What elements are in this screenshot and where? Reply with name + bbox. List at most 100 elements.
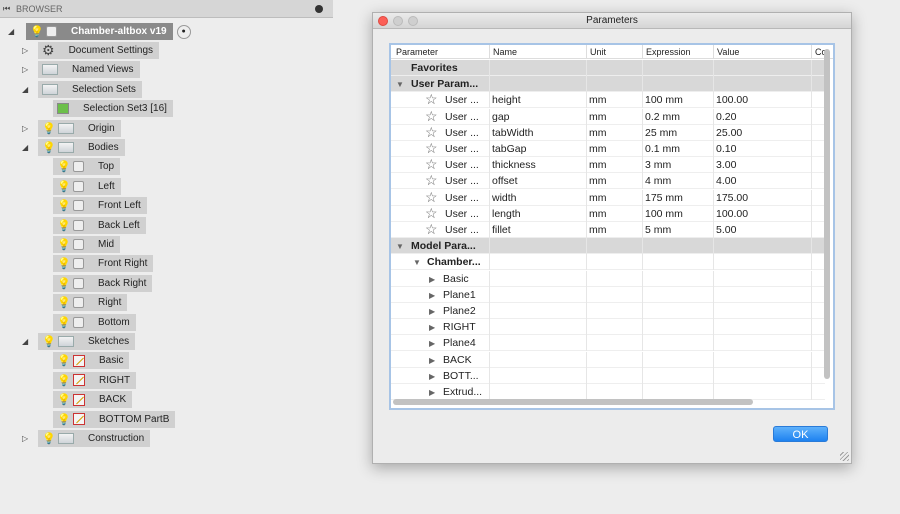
tree-item[interactable]: ◢ Selection Sets: [0, 80, 142, 98]
name-cell[interactable]: thickness: [492, 159, 536, 171]
expression-cell[interactable]: 0.1 mm: [645, 143, 680, 155]
star-icon[interactable]: ☆: [425, 205, 438, 222]
tree-item[interactable]: 💡 BOTTOM PartB: [0, 410, 176, 428]
horizontal-scrollbar[interactable]: [393, 399, 753, 405]
vertical-scrollbar[interactable]: [824, 49, 830, 379]
collapsed-arrow-icon[interactable]: ▶: [429, 307, 435, 316]
close-button[interactable]: [378, 16, 388, 26]
name-cell[interactable]: length: [492, 208, 521, 220]
table-row[interactable]: ☆ User ... width mm 175 mm 175.00: [391, 189, 825, 206]
user-parameters-group[interactable]: ▼ User Param...: [391, 76, 825, 93]
collapsed-arrow-icon[interactable]: ▶: [429, 372, 435, 381]
name-cell[interactable]: offset: [492, 175, 518, 187]
lightbulb-icon[interactable]: 💡: [57, 180, 71, 193]
lightbulb-icon[interactable]: 💡: [42, 432, 56, 445]
expression-cell[interactable]: 100 mm: [645, 94, 683, 106]
tree-item[interactable]: ◢ 💡 Sketches: [0, 333, 136, 350]
star-icon[interactable]: ☆: [425, 91, 438, 108]
table-row[interactable]: ☆ User ... height mm 100 mm 100.00: [391, 91, 825, 109]
lightbulb-icon[interactable]: 💡: [57, 277, 71, 290]
collapsed-arrow-icon[interactable]: ▶: [429, 356, 435, 365]
collapsed-arrow-icon[interactable]: ▶: [429, 388, 435, 397]
feature-row[interactable]: ▶ Plane4: [391, 335, 825, 352]
expression-cell[interactable]: 4 mm: [645, 175, 671, 187]
collapsed-arrow-icon[interactable]: ▷: [22, 434, 32, 443]
minimize-button[interactable]: [393, 16, 403, 26]
expanded-arrow-icon[interactable]: ▼: [413, 258, 421, 267]
star-icon[interactable]: ☆: [425, 108, 438, 125]
tree-item[interactable]: 💡 Back Left: [0, 216, 146, 234]
tree-item[interactable]: ▷ ⚙ Document Settings: [0, 42, 160, 59]
star-icon[interactable]: ☆: [425, 156, 438, 173]
expression-cell[interactable]: 5 mm: [645, 224, 671, 236]
collapse-panel-icon[interactable]: ⏮: [3, 4, 10, 14]
feature-row[interactable]: ▶ Plane2: [391, 303, 825, 319]
tree-item[interactable]: 💡 Mid: [0, 236, 121, 253]
lightbulb-icon[interactable]: 💡: [57, 257, 71, 270]
tree-item[interactable]: 💡 RIGHT: [0, 371, 137, 389]
table-row[interactable]: ☆ User ... gap mm 0.2 mm 0.20: [391, 108, 825, 125]
lightbulb-icon[interactable]: 💡: [57, 238, 71, 251]
expand-icon[interactable]: ◢: [8, 27, 18, 36]
table-row[interactable]: ☆ User ... fillet mm 5 mm 5.00: [391, 221, 825, 238]
feature-row[interactable]: ▶ BACK: [391, 351, 825, 368]
collapsed-arrow-icon[interactable]: ▷: [22, 46, 32, 55]
tree-item[interactable]: 💡 Back Right: [0, 274, 153, 292]
name-cell[interactable]: tabWidth: [492, 127, 533, 139]
feature-row[interactable]: ▶ Basic: [391, 270, 825, 287]
star-icon[interactable]: ☆: [425, 172, 438, 189]
tree-item[interactable]: 💡 Front Left: [0, 197, 147, 215]
resize-grip[interactable]: [840, 452, 849, 461]
expression-cell[interactable]: 3 mm: [645, 159, 671, 171]
tree-item[interactable]: 💡 BACK: [0, 391, 133, 409]
tree-item[interactable]: 💡 Right: [0, 294, 128, 312]
table-row[interactable]: ☆ User ... thickness mm 3 mm 3.00: [391, 156, 825, 174]
lightbulb-icon[interactable]: 💡: [57, 393, 71, 406]
collapsed-arrow-icon[interactable]: ▷: [22, 124, 32, 133]
column-header[interactable]: Expression: [646, 47, 691, 57]
table-row[interactable]: ☆ User ... offset mm 4 mm 4.00: [391, 172, 825, 190]
tree-item[interactable]: 💡 Bottom: [0, 313, 136, 331]
expression-cell[interactable]: 0.2 mm: [645, 111, 680, 123]
ok-button[interactable]: OK: [773, 426, 828, 442]
name-cell[interactable]: tabGap: [492, 143, 526, 155]
star-icon[interactable]: ☆: [425, 221, 438, 238]
lightbulb-icon[interactable]: 💡: [57, 413, 71, 426]
expression-cell[interactable]: 175 mm: [645, 192, 683, 204]
feature-row[interactable]: ▶ RIGHT: [391, 319, 825, 336]
tree-item[interactable]: 💡 Top: [0, 158, 121, 176]
collapsed-arrow-icon[interactable]: ▶: [429, 339, 435, 348]
expanded-arrow-icon[interactable]: ◢: [22, 337, 32, 346]
collapsed-arrow-icon[interactable]: ▷: [22, 65, 32, 74]
lightbulb-icon[interactable]: 💡: [30, 25, 44, 38]
feature-row[interactable]: ▶ Plane1: [391, 286, 825, 303]
lightbulb-icon[interactable]: 💡: [57, 199, 71, 212]
expanded-arrow-icon[interactable]: ◢: [22, 85, 32, 94]
tree-item[interactable]: 💡 Left: [0, 177, 121, 195]
name-cell[interactable]: width: [492, 192, 517, 204]
collapsed-arrow-icon[interactable]: ▶: [429, 323, 435, 332]
lightbulb-icon[interactable]: 💡: [57, 374, 71, 387]
star-icon[interactable]: ☆: [425, 124, 438, 141]
column-header[interactable]: Value: [717, 47, 739, 57]
lightbulb-icon[interactable]: 💡: [42, 141, 56, 154]
name-cell[interactable]: gap: [492, 111, 510, 123]
lightbulb-icon[interactable]: 💡: [57, 160, 71, 173]
expanded-arrow-icon[interactable]: ▼: [396, 242, 404, 251]
lightbulb-icon[interactable]: 💡: [57, 296, 71, 309]
collapsed-arrow-icon[interactable]: ▶: [429, 275, 435, 284]
activate-radio-icon[interactable]: ●: [176, 24, 191, 39]
table-row[interactable]: ☆ User ... tabWidth mm 25 mm 25.00: [391, 124, 825, 141]
favorites-group[interactable]: Favorites: [391, 60, 825, 76]
star-icon[interactable]: ☆: [425, 189, 438, 206]
expression-cell[interactable]: 100 mm: [645, 208, 683, 220]
collapsed-arrow-icon[interactable]: ▶: [429, 291, 435, 300]
feature-row[interactable]: ▶ Extrud...: [391, 384, 825, 400]
table-row[interactable]: ☆ User ... tabGap mm 0.1 mm 0.10: [391, 140, 825, 157]
name-cell[interactable]: fillet: [492, 224, 511, 236]
column-header[interactable]: Unit: [590, 47, 606, 57]
lightbulb-icon[interactable]: 💡: [42, 122, 56, 135]
zoom-button[interactable]: [408, 16, 418, 26]
column-header[interactable]: Name: [493, 47, 517, 57]
tree-item[interactable]: ◢ 💡 Bodies: [0, 139, 125, 156]
